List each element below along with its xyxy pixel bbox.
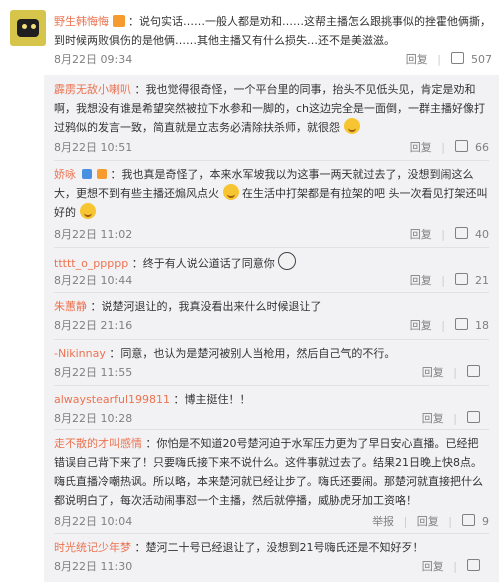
like-icon[interactable] <box>454 318 468 330</box>
divider <box>54 292 489 293</box>
divider <box>54 160 489 161</box>
comment-actions: 回复 | 18 <box>410 318 489 334</box>
timestamp: 8月22日 10:04 <box>54 515 133 528</box>
divider <box>54 429 489 430</box>
timestamp: 8月22日 11:02 <box>54 228 133 241</box>
dog-emoji-icon <box>278 252 297 270</box>
separator: | <box>441 141 445 154</box>
like-icon[interactable] <box>461 514 475 526</box>
like-count: 21 <box>475 274 489 287</box>
username[interactable]: 时光统记少年梦 <box>54 541 131 554</box>
reply-button[interactable]: 回复 <box>410 273 432 289</box>
comment-actions: 回复 | <box>422 411 489 427</box>
reply-button[interactable]: 回复 <box>410 140 432 156</box>
comment-actions: 回复 | 40 <box>410 227 489 243</box>
like-icon[interactable] <box>466 365 480 377</box>
separator: | <box>453 366 457 379</box>
timestamp: 8月22日 09:34 <box>54 53 133 66</box>
timestamp: 8月22日 10:51 <box>54 141 133 154</box>
username[interactable]: 娇咏 <box>54 168 76 181</box>
separator: | <box>441 228 445 241</box>
report-button[interactable]: 举报 <box>372 514 394 530</box>
like-icon[interactable] <box>454 227 468 239</box>
username[interactable]: ttttt_o_ppppp <box>54 257 128 270</box>
like-count: 9 <box>482 515 489 528</box>
like-icon[interactable] <box>466 559 480 571</box>
badge-icon <box>97 169 107 179</box>
main-comment: 野生韩悔悔 ：说句实话……一般人都是劝和……这帮主播怎么跟挑事似的挫霍他俩撕，到… <box>0 0 499 75</box>
like-icon[interactable] <box>454 273 468 285</box>
vip-icon <box>81 169 92 179</box>
timestamp: 8月22日 10:44 <box>54 274 133 287</box>
reply-button[interactable]: 回复 <box>417 514 439 530</box>
comment-text: ：博主挺住！！ <box>173 393 251 406</box>
like-count: 18 <box>475 319 489 332</box>
separator: | <box>441 274 445 287</box>
like-count: 40 <box>475 228 489 241</box>
reply-item: -Nikinnay ：同意，也认为是楚河被别人当枪用，然后自己气的不行。 8月2… <box>54 344 489 379</box>
reply-item: 朱蕙静 ：说楚河退让的，我真没看出来什么时候退让了 8月22日 21:16 回复… <box>54 297 489 332</box>
separator: | <box>453 560 457 573</box>
avatar[interactable] <box>10 10 46 46</box>
reply-button[interactable]: 回复 <box>410 318 432 334</box>
reply-button[interactable]: 回复 <box>422 411 444 427</box>
comment-text: ：终于有人说公道话了同意你 <box>131 257 275 270</box>
reply-item: ttttt_o_ppppp ：终于有人说公道话了同意你 8月22日 10:44 … <box>54 252 489 287</box>
divider <box>54 533 489 534</box>
separator: | <box>403 515 408 528</box>
reply-button[interactable]: 回复 <box>422 559 444 575</box>
timestamp: 8月22日 10:28 <box>54 412 133 425</box>
comment-thread: 野生韩悔悔 ：说句实话……一般人都是劝和……这帮主播怎么跟挑事似的挫霍他俩撕，到… <box>0 0 499 582</box>
username[interactable]: 霹雳无敌小喇叭 <box>54 83 131 96</box>
reply-item: 时光统记少年梦 ：楚河二十号已经退让了，没想到21号嗨氏还是不知好歹！ 8月22… <box>54 538 489 573</box>
smile-emoji-icon <box>222 184 239 200</box>
like-count: 66 <box>475 141 489 154</box>
timestamp: 8月22日 11:30 <box>54 560 133 573</box>
main-comment-meta: 8月22日 09:34 回复 | 507 <box>54 52 492 68</box>
badge-icon <box>112 15 125 27</box>
username[interactable]: alwaystearful199811 <box>54 393 170 406</box>
comment-actions: 回复 | 21 <box>410 273 489 289</box>
timestamp: 8月22日 21:16 <box>54 319 133 332</box>
comment-text: ：说楚河退让的，我真没看出来什么时候退让了 <box>90 300 322 313</box>
like-count: 507 <box>471 53 492 66</box>
divider <box>54 247 489 248</box>
comment-actions: 举报 | 回复 | 9 <box>372 514 489 530</box>
username[interactable]: -Nikinnay <box>54 347 106 360</box>
comment-actions: 回复 | <box>422 365 489 381</box>
separator: | <box>448 515 452 528</box>
username[interactable]: 野生韩悔悔 <box>54 15 109 28</box>
reply-item: 霹雳无敌小喇叭 ：我也觉得很奇怪，一个平台里的同事，抬头不见低头见，肯定是劝和啊… <box>54 80 489 154</box>
comment-actions: 回复 | 66 <box>410 140 489 156</box>
comment-actions: 回复 | 507 <box>406 52 492 68</box>
username[interactable]: 走不散的才叫感情 <box>54 437 142 450</box>
comment-actions: 回复 | <box>422 559 489 575</box>
username[interactable]: 朱蕙静 <box>54 300 87 313</box>
comment-text: ：楚河二十号已经退让了，没想到21号嗨氏还是不知好歹！ <box>134 541 424 554</box>
separator: | <box>441 319 445 332</box>
divider <box>54 339 489 340</box>
separator: | <box>437 53 441 66</box>
reply-item: 娇咏 ：我也真是奇怪了，本来水军坡我以为这事一两天就过去了，没想到闹这么大，更想… <box>54 165 489 241</box>
main-comment-text: 野生韩悔悔 ：说句实话……一般人都是劝和……这帮主播怎么跟挑事似的挫霍他俩撕，到… <box>54 12 494 50</box>
reply-item: alwaystearful199811 ：博主挺住！！ 8月22日 10:28 … <box>54 390 489 425</box>
divider <box>54 385 489 386</box>
reply-item: 走不散的才叫感情 ：你怕是不知道20号楚河迫于水军压力更为了早日安心直播。已经把… <box>54 434 489 528</box>
like-icon[interactable] <box>454 140 468 152</box>
like-icon[interactable] <box>450 52 464 64</box>
smile-emoji-icon <box>343 118 360 134</box>
reply-button[interactable]: 回复 <box>406 52 428 68</box>
reply-button[interactable]: 回复 <box>410 227 432 243</box>
like-icon[interactable] <box>466 411 480 423</box>
comment-text: ：同意，也认为是楚河被别人当枪用，然后自己气的不行。 <box>109 347 396 360</box>
separator: | <box>453 412 457 425</box>
reply-button[interactable]: 回复 <box>422 365 444 381</box>
timestamp: 8月22日 11:55 <box>54 366 133 379</box>
smile-emoji-icon <box>79 203 96 219</box>
